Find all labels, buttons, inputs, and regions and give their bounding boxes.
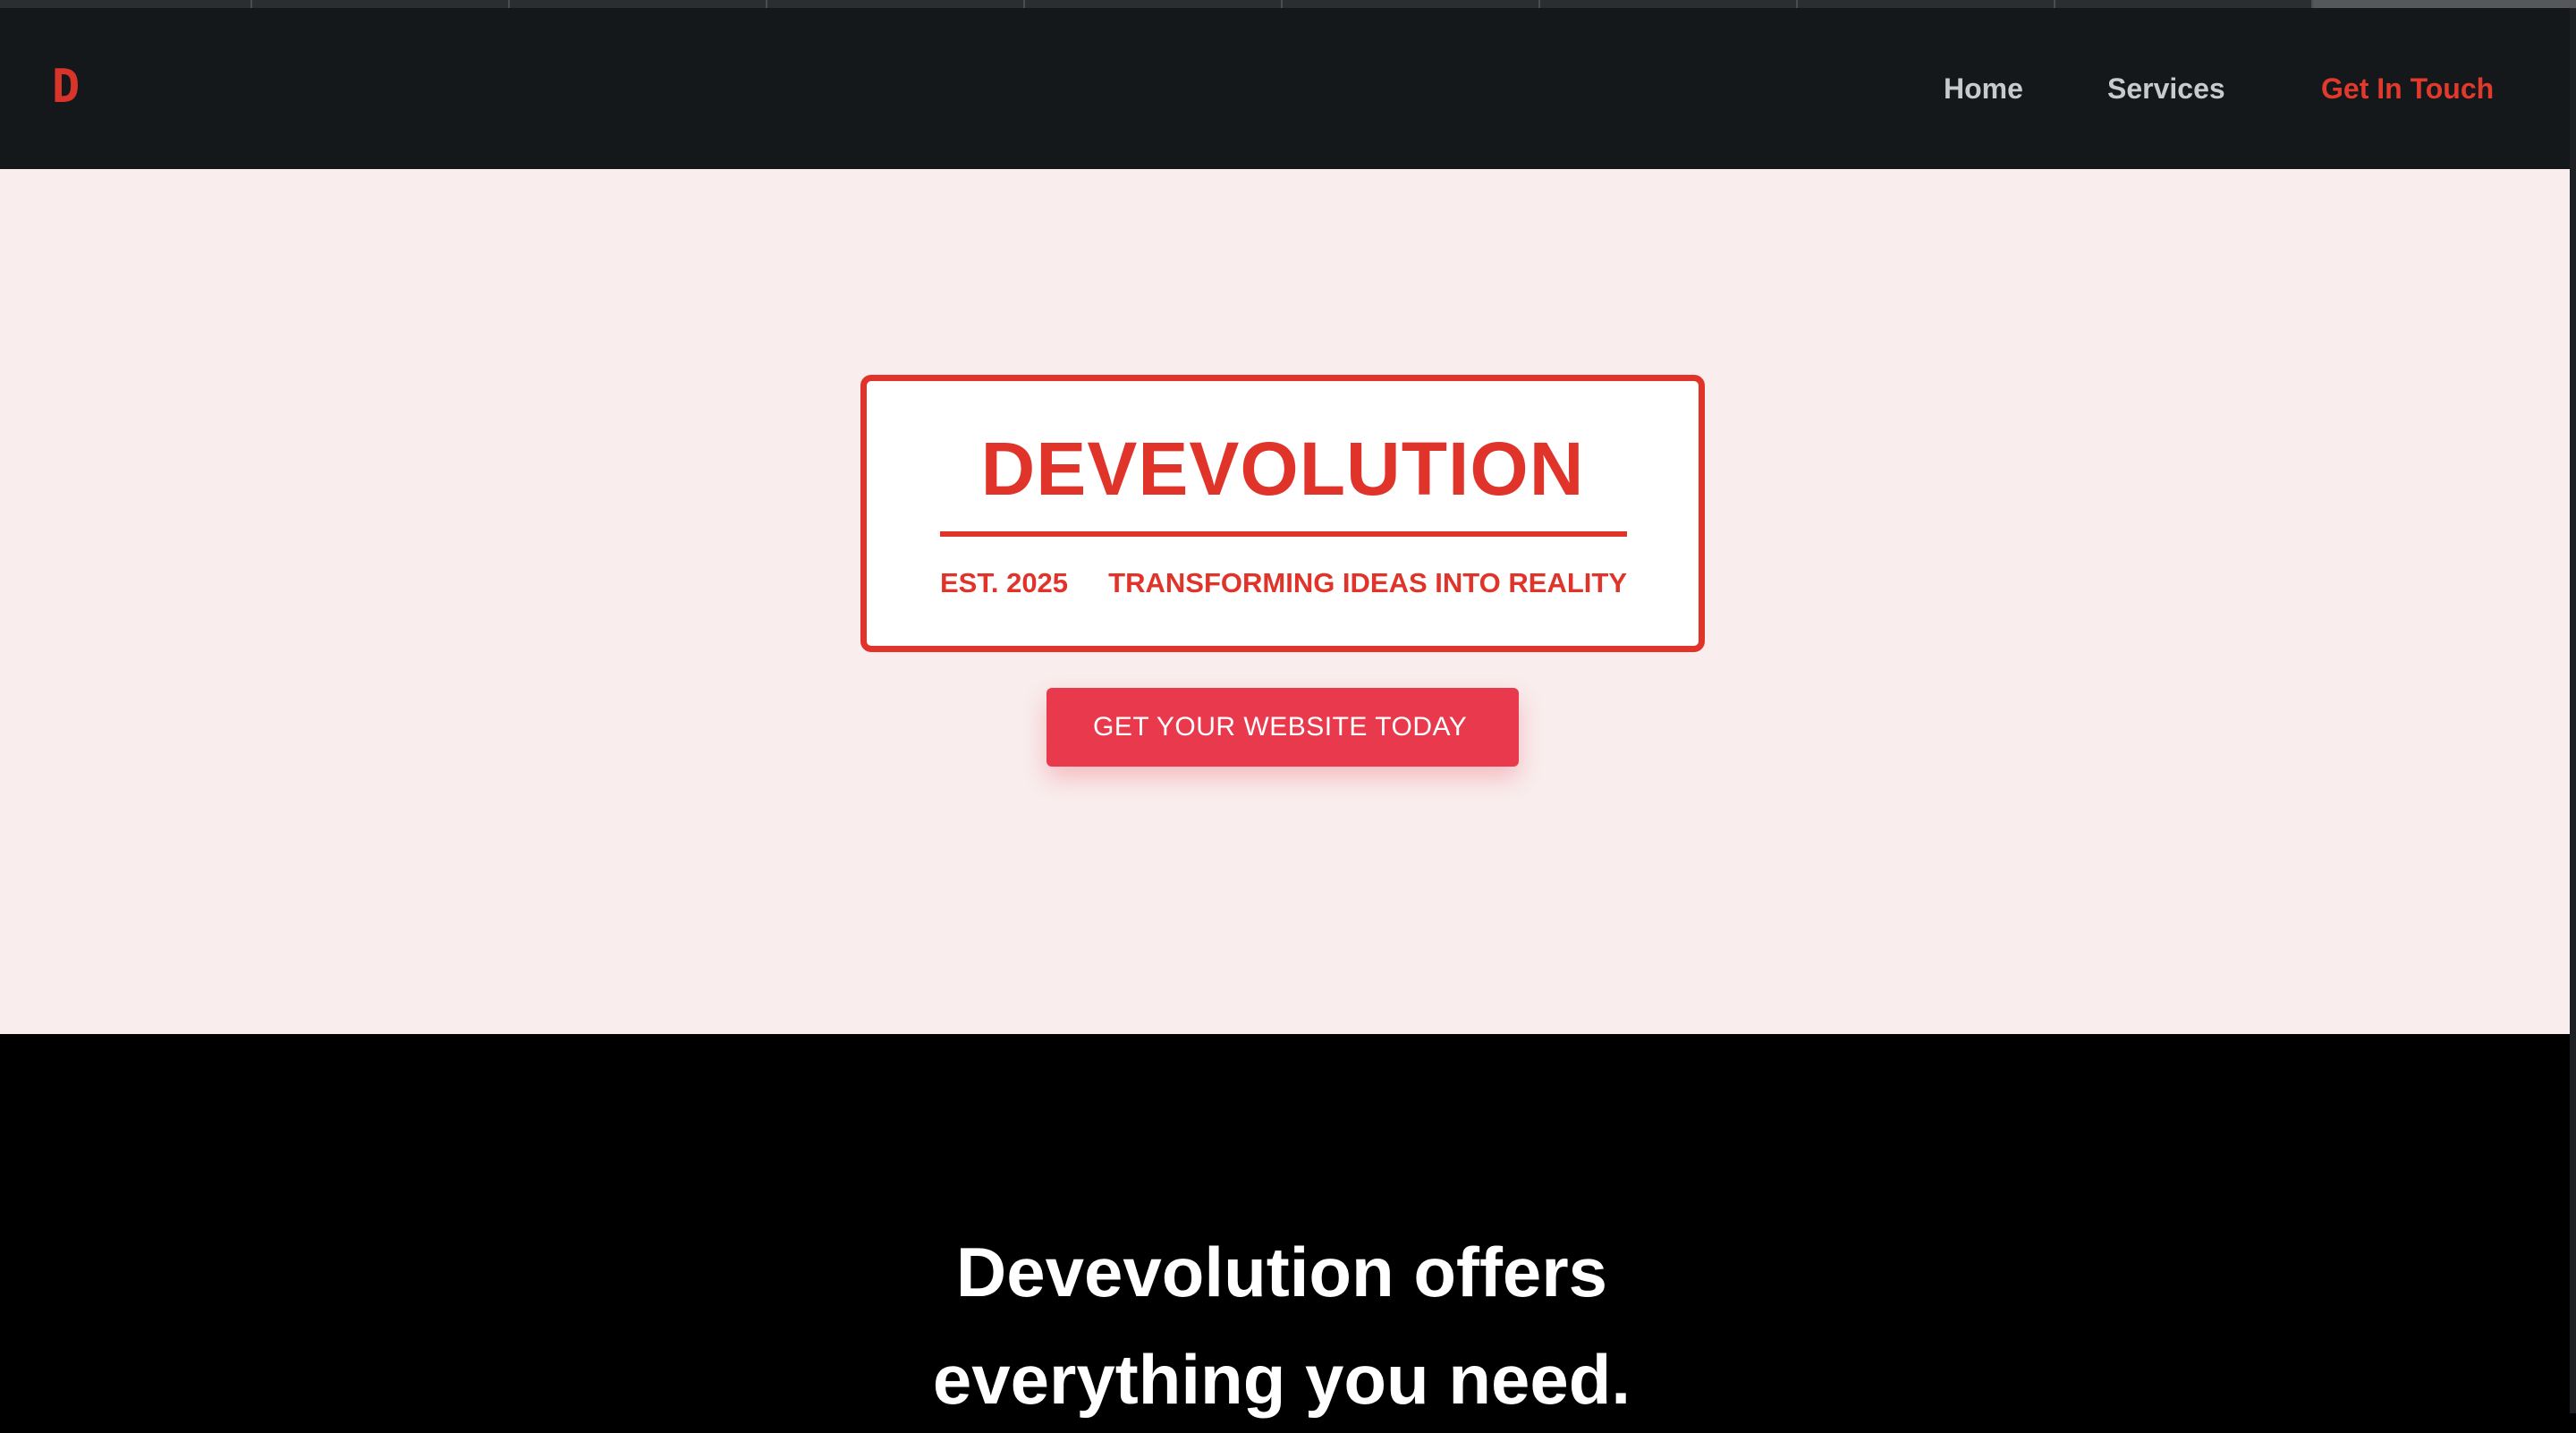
site-navbar: D Home Services Get In Touch xyxy=(0,8,2570,169)
brand-tagline: TRANSFORMING IDEAS INTO REALITY xyxy=(1108,567,1627,598)
brand-subline: EST. 2025 TRANSFORMING IDEAS INTO REALIT… xyxy=(940,569,1627,597)
browser-tab[interactable] xyxy=(252,0,510,8)
brand-divider xyxy=(940,531,1627,537)
offers-heading-line-1: Devevolution offers xyxy=(955,1233,1608,1311)
browser-tab[interactable] xyxy=(1283,0,1540,8)
browser-tab[interactable] xyxy=(1798,0,2055,8)
browser-tab[interactable] xyxy=(767,0,1025,8)
offers-heading: Devevolution offers everything you need. xyxy=(0,1218,2563,1433)
browser-tab[interactable] xyxy=(1025,0,1283,8)
established-year: EST. 2025 xyxy=(940,567,1069,598)
nav-link-home[interactable]: Home xyxy=(1944,74,2023,103)
browser-tab[interactable] xyxy=(510,0,767,8)
browser-tab[interactable] xyxy=(2055,0,2313,8)
site-logo[interactable]: D xyxy=(52,64,80,110)
offers-heading-line-2: everything you need. xyxy=(932,1340,1631,1419)
offers-section: Devevolution offers everything you need. xyxy=(0,1034,2570,1419)
browser-tab[interactable] xyxy=(1540,0,1798,8)
window-edge xyxy=(2570,8,2576,1413)
hero-section: DEVEVOLUTION EST. 2025 TRANSFORMING IDEA… xyxy=(0,169,2570,1034)
get-website-button[interactable]: GET YOUR WEBSITE TODAY xyxy=(1046,688,1519,767)
brand-badge: DEVEVOLUTION EST. 2025 TRANSFORMING IDEA… xyxy=(860,375,1705,652)
browser-tab-active[interactable] xyxy=(2313,0,2576,8)
brand-title: DEVEVOLUTION xyxy=(980,427,1585,511)
browser-tab[interactable] xyxy=(0,0,252,8)
nav-link-get-in-touch[interactable]: Get In Touch xyxy=(2321,74,2494,103)
browser-tab-strip xyxy=(0,0,2576,8)
nav-link-services[interactable]: Services xyxy=(2107,74,2225,103)
